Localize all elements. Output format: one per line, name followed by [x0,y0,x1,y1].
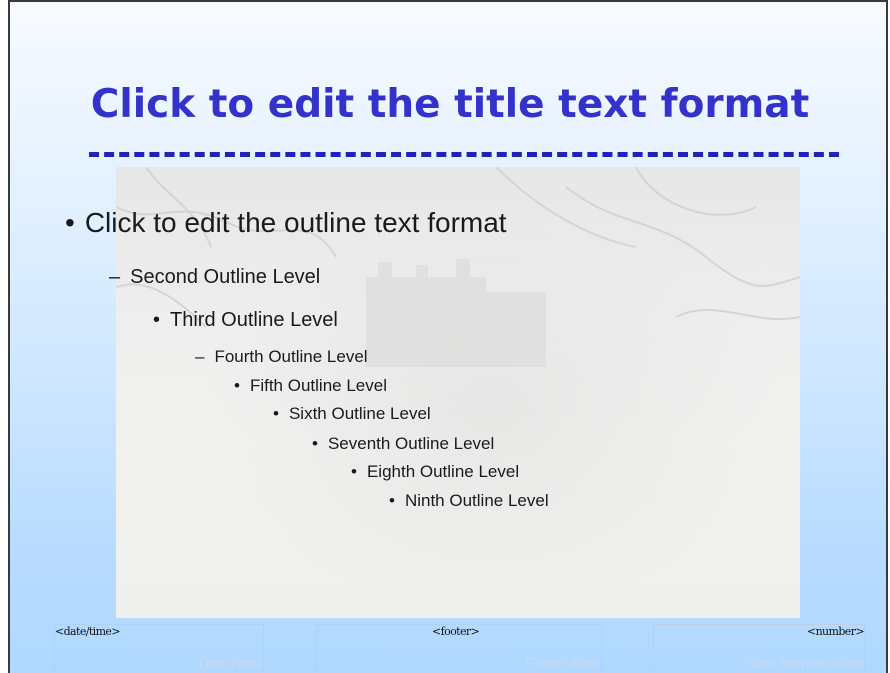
outline-text: Click to edit the outline text format [84,207,507,238]
footer-placeholder: <footer> [432,625,480,638]
outline-text: Seventh Outline Level [327,434,495,453]
bullet-icon: • [234,376,240,395]
outline-level-8[interactable]: • Eighth Outline Level [351,462,519,482]
dash-icon: – [195,347,205,366]
outline-text: Ninth Outline Level [404,491,549,510]
slide-number-area-label: Slide Number Area [744,655,862,671]
bullet-icon: • [351,462,357,481]
outline-level-1[interactable]: • Click to edit the outline text format [65,207,507,239]
slide-title[interactable]: Click to edit the title text format [10,82,886,127]
outline-text: Eighth Outline Level [366,462,520,481]
date-placeholder: <date/time> [55,625,121,638]
outline-level-5[interactable]: • Fifth Outline Level [234,376,387,396]
slide-number-area[interactable]: <number> Slide Number Area [653,624,865,673]
slide-master-canvas[interactable]: Click to edit the title text format • Cli… [8,0,888,673]
outline-text: Second Outline Level [130,266,321,288]
bullet-icon: • [389,491,395,510]
outline-level-3[interactable]: • Third Outline Level [153,309,338,332]
outline-text: Third Outline Level [170,309,338,331]
bullet-icon: • [153,309,161,331]
outline-level-9[interactable]: • Ninth Outline Level [389,491,549,511]
outline-level-2[interactable]: – Second Outline Level [109,266,320,289]
footer-area[interactable]: <footer> Footer Area [316,624,602,673]
number-placeholder: <number> [806,625,865,638]
outline-level-7[interactable]: • Seventh Outline Level [312,434,494,454]
outline-level-6[interactable]: • Sixth Outline Level [273,404,431,424]
outline-level-4[interactable]: – Fourth Outline Level [195,347,368,367]
outline-text: Fifth Outline Level [249,376,387,395]
date-area-label: Date Area [198,655,261,671]
dash-icon: – [109,266,121,288]
bullet-icon: • [312,434,318,453]
date-area[interactable]: <date/time> Date Area [54,624,264,673]
title-underline [89,152,839,157]
bullet-icon: • [65,207,75,238]
bullet-icon: • [273,404,279,423]
outline-text: Sixth Outline Level [288,404,431,423]
footer-area-label: Footer Area [525,655,599,671]
outline-text: Fourth Outline Level [214,347,368,366]
